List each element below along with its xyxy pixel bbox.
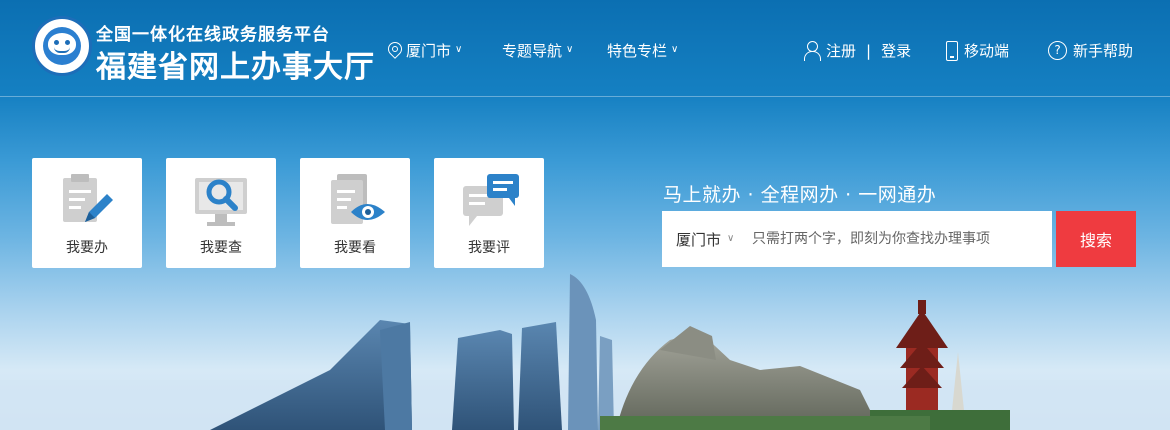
logo-eye-icon — [54, 40, 59, 45]
search-box: 厦门市 ∨ — [662, 211, 1052, 267]
location-pin-icon — [388, 42, 402, 60]
mobile-label: 移动端 — [964, 42, 1010, 60]
tile-view[interactable]: 我要看 — [300, 158, 410, 268]
chevron-down-icon: ∨ — [727, 232, 735, 244]
nav-topics-label: 专题导航 — [502, 42, 563, 60]
tile-review[interactable]: 我要评 — [434, 158, 544, 268]
search-input[interactable] — [752, 219, 1042, 259]
tile-query-label: 我要查 — [200, 240, 242, 256]
chevron-down-icon: ∨ — [566, 44, 574, 55]
search-button[interactable]: 搜索 — [1056, 211, 1136, 267]
mobile-link[interactable]: 移动端 — [946, 40, 1009, 61]
search-slogan: 马上就办 · 全程网办 · 一网通办 — [663, 184, 937, 206]
tile-apply[interactable]: 我要办 — [32, 158, 142, 268]
search-city-select[interactable]: 厦门市 ∨ — [662, 229, 752, 250]
site-logo[interactable] — [32, 16, 92, 76]
clipboard-pen-icon — [63, 174, 113, 222]
nav-featured[interactable]: 特色专栏 ∨ — [607, 40, 678, 61]
register-link[interactable]: 注册 — [826, 40, 856, 61]
monitor-search-icon — [195, 178, 247, 226]
nav-topics[interactable]: 专题导航 ∨ — [502, 40, 573, 61]
chevron-down-icon: ∨ — [455, 44, 463, 55]
tile-query[interactable]: 我要查 — [166, 158, 276, 268]
tile-view-label: 我要看 — [334, 240, 376, 256]
nav-city-selector[interactable]: 厦门市 ∨ — [388, 40, 462, 61]
user-icon — [804, 40, 821, 61]
tile-review-label: 我要评 — [468, 240, 510, 256]
account-separator: | — [866, 41, 872, 60]
brand-title[interactable]: 福建省网上办事大厅 — [96, 42, 375, 86]
search-city-label: 厦门市 — [676, 230, 722, 249]
tile-apply-label: 我要办 — [66, 240, 108, 256]
help-icon: ? — [1048, 41, 1067, 60]
mobile-phone-icon — [946, 40, 958, 61]
logo-eye-icon — [65, 40, 70, 45]
chevron-down-icon: ∨ — [671, 44, 679, 55]
nav-featured-label: 特色专栏 — [607, 42, 668, 60]
account-links: 注册 | 登录 — [804, 40, 911, 61]
help-label: 新手帮助 — [1073, 42, 1134, 60]
login-link[interactable]: 登录 — [881, 40, 911, 61]
nav-city-label: 厦门市 — [406, 42, 452, 60]
document-eye-icon — [331, 174, 385, 224]
help-link[interactable]: ? 新手帮助 — [1048, 40, 1133, 61]
comment-icon — [463, 174, 519, 226]
city-skyline-illustration — [0, 274, 1170, 430]
site-header: 全国一体化在线政务服务平台 福建省网上办事大厅 厦门市 ∨ 专题导航 ∨ 特色专… — [0, 0, 1170, 97]
